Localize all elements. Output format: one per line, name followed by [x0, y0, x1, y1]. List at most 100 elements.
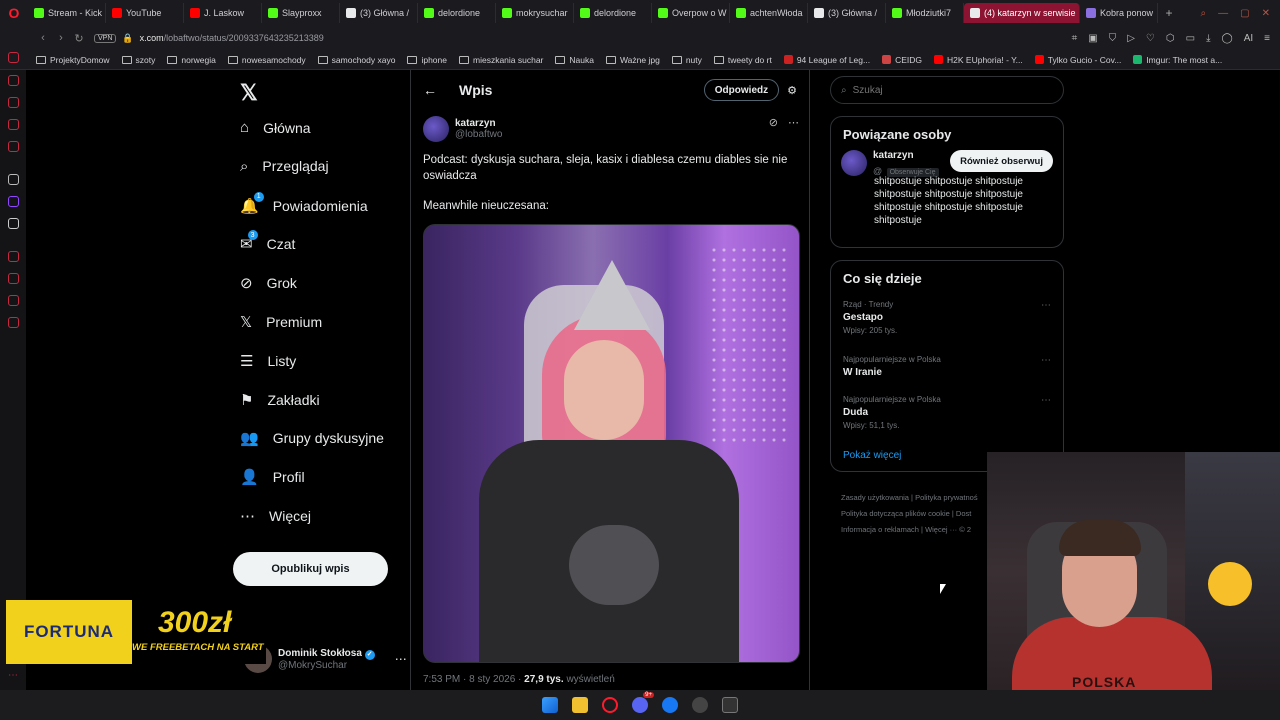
- terminal-icon[interactable]: [722, 697, 738, 713]
- footer-line-3[interactable]: Informacja o reklamach | Więcej ··· © 2: [841, 522, 991, 538]
- sidebar-settings-icon[interactable]: [8, 317, 19, 328]
- sidebar-clock-icon[interactable]: [8, 273, 19, 284]
- sidebar-more-icon[interactable]: ⋯: [8, 670, 18, 681]
- sidebar-aria-icon[interactable]: [8, 97, 19, 108]
- publish-post-button[interactable]: Opublikuj wpis: [233, 552, 388, 586]
- bookmark-item[interactable]: CEIDG: [882, 55, 922, 65]
- browser-tab[interactable]: (3) Główna /: [808, 3, 886, 23]
- post-more-icon[interactable]: ⋯: [788, 116, 799, 129]
- bookmark-item[interactable]: Imgur: The most a...: [1133, 55, 1222, 65]
- nav-item[interactable]: ⌂ Główna: [240, 119, 311, 136]
- browser-tab[interactable]: (4) katarzyn w serwisie: [964, 3, 1080, 23]
- bookmark-item[interactable]: samochody xayo: [317, 55, 395, 65]
- bookmark-item[interactable]: mieszkania suchar: [459, 55, 543, 65]
- bookmark-item[interactable]: Nauka: [555, 55, 594, 65]
- browser-tab[interactable]: delordione: [574, 3, 652, 23]
- account-switcher[interactable]: Dominik Stokłosa ✓ @MokrySuchar ⋯: [244, 642, 414, 676]
- footer-line-2[interactable]: Polityka dotycząca plików cookie | Dost: [841, 506, 991, 522]
- close-window-icon[interactable]: ✕: [1262, 8, 1270, 19]
- bookmark-item[interactable]: nowesamochody: [227, 55, 306, 65]
- file-explorer-icon[interactable]: [572, 697, 588, 713]
- maximize-icon[interactable]: ▢: [1240, 8, 1249, 19]
- follow-back-button[interactable]: Również obserwuj: [950, 150, 1053, 172]
- steam-icon[interactable]: [692, 697, 708, 713]
- sidebar-music-icon[interactable]: [8, 251, 19, 262]
- windows-start-icon[interactable]: [542, 697, 558, 713]
- bookmark-item[interactable]: Ważne jpg: [605, 55, 660, 65]
- browser-tab[interactable]: J. Laskow: [184, 3, 262, 23]
- vpn-badge[interactable]: VPN: [94, 33, 117, 43]
- nav-item[interactable]: ⚑ Zakładki: [240, 391, 320, 409]
- forward-nav-icon[interactable]: ›: [52, 32, 70, 44]
- nav-item[interactable]: ✉ 3 Czat: [240, 230, 295, 253]
- ai-button[interactable]: AI: [1244, 33, 1253, 44]
- trend-item[interactable]: Najpopularniejsze w Polska Duda Wpisy: 51,…: [831, 389, 1063, 444]
- nav-item[interactable]: 🔔 1 Powiadomienia: [240, 191, 368, 215]
- browser-tab[interactable]: Stream - Kick: [28, 3, 106, 23]
- nav-item[interactable]: 👤 Profil: [240, 468, 305, 486]
- facebook-icon[interactable]: [662, 697, 678, 713]
- sidebar-history-icon[interactable]: [8, 75, 19, 86]
- sidebar-wallet-icon[interactable]: [8, 295, 19, 306]
- browser-tab[interactable]: delordione: [418, 3, 496, 23]
- browser-tab[interactable]: Młodziutki7: [886, 3, 964, 23]
- nav-item[interactable]: 𝕏 Premium: [240, 313, 322, 331]
- footer-line-1[interactable]: Zasady użytkowania | Polityka prywatnoś: [841, 490, 991, 506]
- account-more-icon[interactable]: ⋯: [395, 652, 407, 666]
- grok-icon[interactable]: ⊘: [769, 116, 778, 129]
- bookmark-item[interactable]: Tylko Gucio - Cov...: [1034, 55, 1121, 65]
- minimize-icon[interactable]: —: [1218, 8, 1228, 19]
- search-tabs-icon[interactable]: ⌕: [1201, 8, 1207, 19]
- browser-tab[interactable]: YouTube: [106, 3, 184, 23]
- bookmark-item[interactable]: H2K EUphoria! - Y...: [934, 55, 1023, 65]
- sidebar-workspace-icon[interactable]: [8, 52, 19, 63]
- bookmark-item[interactable]: ProjektyDomow: [36, 55, 110, 65]
- wallet-icon[interactable]: ▭: [1186, 33, 1195, 44]
- nav-item[interactable]: ☰ Listy: [240, 352, 296, 370]
- browser-tab[interactable]: achtenWłoda: [730, 3, 808, 23]
- search-box[interactable]: ⌕: [830, 76, 1064, 104]
- avatar[interactable]: [423, 116, 449, 142]
- opera-logo-icon[interactable]: O: [0, 0, 28, 26]
- new-tab-button[interactable]: +: [1158, 6, 1180, 20]
- play-icon[interactable]: ▷: [1127, 33, 1135, 44]
- search-input[interactable]: [852, 84, 1033, 96]
- bookmark-item[interactable]: szoty: [121, 55, 155, 65]
- nav-item[interactable]: ⌕ Przeglądaj: [240, 158, 329, 175]
- menu-icon[interactable]: ≡: [1264, 33, 1270, 44]
- discord-icon[interactable]: 9+: [632, 692, 654, 713]
- nav-item[interactable]: ⋯ Więcej: [240, 507, 311, 525]
- trend-more-icon[interactable]: ⋯: [1041, 395, 1051, 406]
- post-author[interactable]: katarzyn @lobaftwo: [423, 116, 502, 142]
- browser-tab[interactable]: Slayproxx: [262, 3, 340, 23]
- x-logo-icon[interactable]: 𝕏: [240, 80, 258, 106]
- browser-tab[interactable]: (3) Główna /: [340, 3, 418, 23]
- browser-tab[interactable]: Overpow o W: [652, 3, 730, 23]
- snapshot-icon[interactable]: ⌗: [1072, 33, 1078, 44]
- extensions-icon[interactable]: ⬡: [1166, 33, 1175, 44]
- nav-item[interactable]: 👥 Grupy dyskusyjne: [240, 429, 384, 447]
- bookmark-item[interactable]: iphone: [407, 55, 447, 65]
- bookmark-item[interactable]: tweety do rt: [713, 55, 772, 65]
- reply-button[interactable]: Odpowiedz: [703, 79, 780, 101]
- post-author-name[interactable]: katarzyn: [455, 118, 502, 129]
- avatar[interactable]: [841, 150, 867, 176]
- trend-more-icon[interactable]: ⋯: [1041, 300, 1051, 311]
- trend-item[interactable]: Rząd · Trendy Gestapo Wpisy: 205 tys. ⋯: [831, 294, 1063, 349]
- post-time[interactable]: 7:53 PM · 8 sty 2026: [423, 674, 515, 685]
- screenshot-icon[interactable]: ▣: [1088, 33, 1097, 44]
- back-arrow-icon[interactable]: ←: [423, 82, 443, 98]
- trend-item[interactable]: Najpopularniejsze w Polska W Iranie ⋯: [831, 349, 1063, 389]
- sidebar-messenger-icon[interactable]: [8, 119, 19, 130]
- bookmark-item[interactable]: 94 League of Leg...: [783, 55, 870, 65]
- sliders-icon[interactable]: ⚙: [787, 84, 797, 97]
- sidebar-chatgpt-icon[interactable]: [8, 174, 19, 185]
- sidebar-x-icon[interactable]: [8, 218, 19, 229]
- related-person-name[interactable]: katarzyn: [873, 150, 939, 161]
- nav-item[interactable]: ⊘ Grok: [240, 274, 297, 292]
- heart-icon[interactable]: ♡: [1146, 33, 1155, 44]
- post-media-image[interactable]: [423, 224, 800, 663]
- bookmark-item[interactable]: norwegia: [167, 55, 216, 65]
- back-nav-icon[interactable]: ‹: [34, 32, 52, 44]
- url-field[interactable]: x.com/lobaftwo/status/200933764323521338…: [140, 33, 324, 43]
